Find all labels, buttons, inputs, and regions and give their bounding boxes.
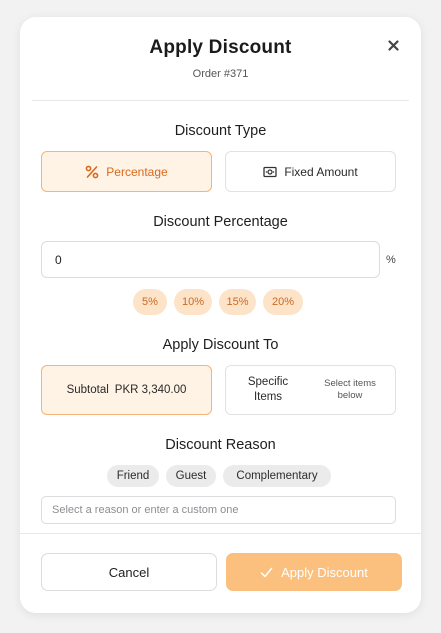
reason-chip-complementary[interactable]: Complementary [223, 465, 331, 487]
footer-divider [20, 533, 421, 534]
discount-percentage-input[interactable] [41, 241, 380, 278]
cancel-button-label: Cancel [108, 564, 150, 580]
apply-discount-button[interactable]: Apply Discount [226, 553, 402, 591]
percent-suffix: % [386, 254, 396, 266]
fixed-amount-option-label: Fixed Amount [284, 164, 358, 179]
percentage-option[interactable]: Percentage [41, 151, 212, 192]
preset-20-percent[interactable]: 20% [263, 289, 303, 315]
reason-chip-guest[interactable]: Guest [166, 465, 216, 487]
preset-10-percent[interactable]: 10% [174, 289, 212, 315]
banknote-icon [263, 166, 277, 178]
order-number: Order #371 [192, 68, 249, 80]
subtotal-option[interactable]: Subtotal PKR 3,340.00 [41, 365, 212, 415]
fixed-amount-option[interactable]: Fixed Amount [225, 151, 396, 192]
discount-percentage-heading: Discount Percentage [153, 214, 288, 230]
subtotal-label: Subtotal [66, 384, 109, 396]
check-icon [260, 567, 273, 578]
discount-reason-heading: Discount Reason [165, 437, 276, 453]
subtotal-amount: PKR 3,340.00 [114, 384, 187, 396]
specific-items-option[interactable]: Specific Items Select items below [225, 365, 396, 415]
preset-15-percent[interactable]: 15% [219, 289, 256, 315]
modal-title: Apply Discount [149, 37, 292, 58]
header-divider [32, 100, 409, 101]
reason-chip-friend[interactable]: Friend [107, 465, 159, 487]
preset-5-percent[interactable]: 5% [133, 289, 167, 315]
apply-to-heading: Apply Discount To [162, 337, 279, 353]
cancel-button[interactable]: Cancel [41, 553, 217, 591]
discount-reason-input[interactable] [41, 496, 396, 524]
apply-discount-button-label: Apply Discount [281, 564, 368, 580]
apply-discount-modal: Apply Discount Order #371 Discount Type … [20, 17, 421, 613]
specific-items-hint: Select items below [324, 378, 376, 401]
percent-icon [85, 165, 99, 179]
discount-type-heading: Discount Type [174, 123, 267, 139]
percentage-option-label: Percentage [106, 164, 168, 179]
specific-items-label: Specific Items [247, 376, 289, 403]
